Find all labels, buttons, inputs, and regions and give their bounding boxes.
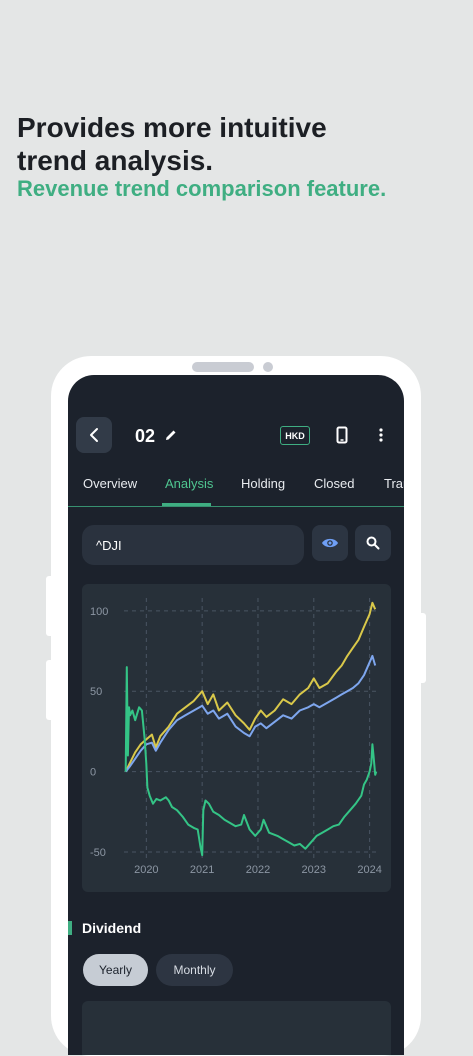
- tab-analysis[interactable]: Analysis: [165, 476, 213, 491]
- phone-side-button-right: [420, 613, 426, 683]
- search-icon: [366, 536, 380, 550]
- phone-icon[interactable]: [336, 426, 348, 444]
- search-button[interactable]: [355, 525, 391, 561]
- series-line-1: [124, 654, 377, 773]
- x-tick-label: 2020: [134, 864, 158, 876]
- yearly-toggle[interactable]: Yearly: [83, 954, 148, 986]
- y-tick-label: 100: [90, 606, 108, 618]
- tab-bar: Overview Analysis Holding Closed Tran: [68, 472, 404, 506]
- more-vertical-icon[interactable]: [379, 428, 383, 442]
- y-tick-label: -50: [90, 847, 106, 859]
- tab-closed[interactable]: Closed: [314, 476, 354, 491]
- monthly-toggle[interactable]: Monthly: [156, 954, 233, 986]
- dividend-card: [82, 1001, 391, 1055]
- tab-overview[interactable]: Overview: [83, 476, 137, 491]
- tab-transactions[interactable]: Tran: [384, 476, 404, 491]
- subheadline: Revenue trend comparison feature.: [17, 176, 387, 201]
- x-tick-label: 2021: [190, 864, 214, 876]
- x-tick-label: 2023: [302, 864, 326, 876]
- app-screen: 02 HKD Overview Analysis Holding Closed …: [68, 375, 404, 1055]
- visibility-button[interactable]: [312, 525, 348, 561]
- currency-badge[interactable]: HKD: [280, 426, 310, 445]
- y-tick-label: 0: [90, 767, 96, 779]
- tabs-divider: [68, 506, 404, 507]
- headline-line-2: trend analysis.: [17, 145, 214, 176]
- headline: Provides more intuitive trend analysis.: [17, 111, 457, 177]
- phone-side-button-left-2: [46, 660, 52, 720]
- trend-chart: 100 50 0 -50 2020 2021 2022 2023 2024: [90, 598, 382, 876]
- pencil-icon[interactable]: [164, 428, 178, 442]
- chevron-left-icon: [90, 428, 98, 442]
- phone-side-button-left-1: [46, 576, 52, 636]
- headline-line-1: Provides more intuitive: [17, 112, 327, 143]
- phone-speaker: [192, 362, 254, 372]
- x-tick-label: 2024: [357, 864, 381, 876]
- x-tick-label: 2022: [246, 864, 270, 876]
- series-line-0: [124, 601, 377, 773]
- portfolio-name: 02: [135, 426, 156, 446]
- dividend-title: Dividend: [82, 920, 142, 936]
- trend-chart-card: 100 50 0 -50 2020 2021 2022 2023 2024: [82, 584, 391, 892]
- dividend-accent-bar: [68, 921, 72, 935]
- ticker-value: ^DJI: [96, 537, 122, 553]
- tab-holding[interactable]: Holding: [241, 476, 285, 491]
- y-tick-label: 50: [90, 686, 102, 698]
- ticker-input[interactable]: ^DJI: [82, 525, 304, 565]
- back-button[interactable]: [76, 417, 112, 453]
- eye-icon: [322, 538, 338, 548]
- phone-camera: [263, 362, 273, 372]
